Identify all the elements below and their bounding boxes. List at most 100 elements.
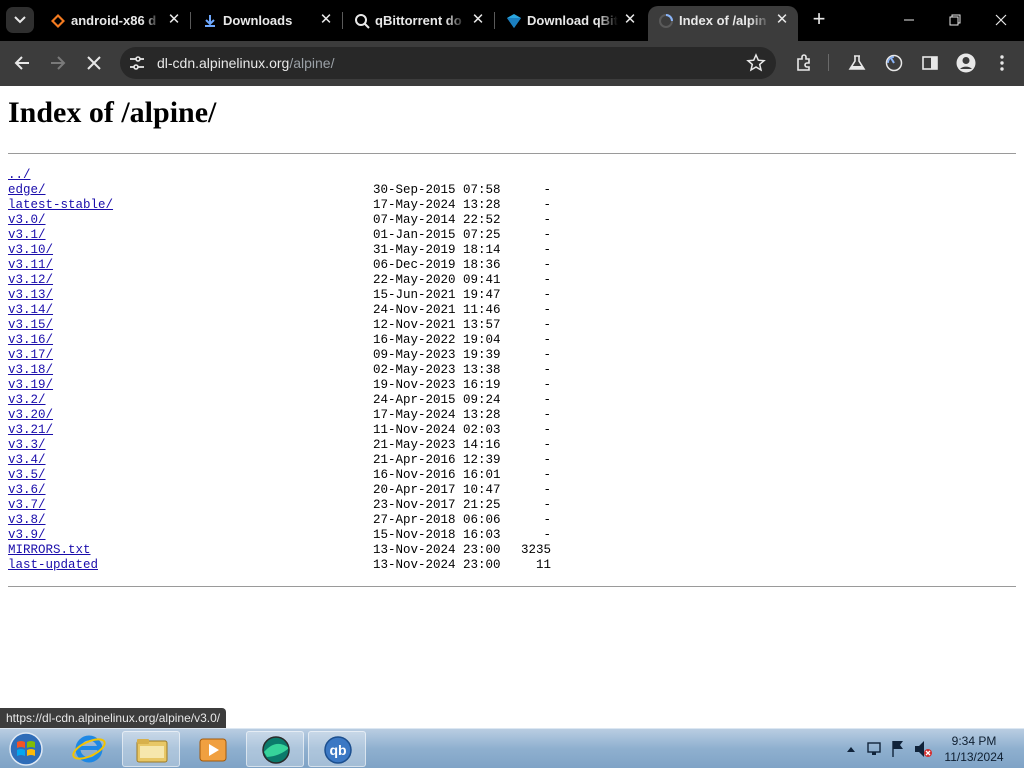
- taskbar-file-explorer[interactable]: [122, 731, 180, 767]
- action-center-flag-icon[interactable]: [892, 741, 903, 757]
- bottom-divider: [8, 586, 1016, 587]
- tab-android-x86[interactable]: android-x86 d ✕: [40, 6, 190, 35]
- volume-muted-icon[interactable]: [915, 741, 932, 757]
- taskbar-media-player[interactable]: [184, 731, 242, 767]
- close-icon[interactable]: ✕: [318, 12, 334, 28]
- close-window-button[interactable]: [978, 6, 1024, 34]
- entry-link[interactable]: v3.21/: [8, 423, 53, 438]
- performance-button[interactable]: [880, 49, 908, 77]
- svg-text:qb: qb: [329, 742, 346, 758]
- bookmark-star-icon[interactable]: [746, 53, 766, 73]
- start-button[interactable]: [6, 731, 46, 767]
- new-tab-button[interactable]: +: [808, 8, 830, 31]
- stop-loading-button[interactable]: [80, 49, 108, 77]
- entry-link[interactable]: v3.14/: [8, 303, 53, 318]
- entry-date: 31-May-2019 18:14: [373, 243, 501, 257]
- tab-download-qbittorrent[interactable]: Download qBit ✕: [496, 6, 646, 35]
- tab-downloads[interactable]: Downloads ✕: [192, 6, 342, 35]
- taskbar-qbittorrent[interactable]: qb: [308, 731, 366, 767]
- labs-button[interactable]: [843, 49, 871, 77]
- entry-size: -: [543, 318, 551, 332]
- profile-avatar-icon: [956, 53, 976, 73]
- loading-icon: [659, 14, 673, 28]
- site-info-icon: [130, 56, 144, 70]
- close-icon[interactable]: ✕: [622, 12, 638, 28]
- entry-link[interactable]: latest-stable/: [8, 198, 113, 213]
- entry-date: 17-May-2024 13:28: [373, 408, 501, 422]
- app-globe-icon: [262, 736, 290, 764]
- entry-size: -: [543, 258, 551, 272]
- tab-qbittorrent-search[interactable]: qBittorrent do ✕: [344, 6, 494, 35]
- entry-link[interactable]: v3.15/: [8, 318, 53, 333]
- minimize-button[interactable]: [886, 6, 932, 34]
- entry-link[interactable]: v3.2/: [8, 393, 46, 408]
- clock-time: 9:34 PM: [951, 734, 997, 748]
- profile-button[interactable]: [952, 49, 980, 77]
- entry-link[interactable]: v3.16/: [8, 333, 53, 348]
- entry-link[interactable]: edge/: [8, 183, 46, 198]
- speedometer-icon: [885, 54, 903, 72]
- entry-size: -: [543, 228, 551, 242]
- entry-link[interactable]: v3.17/: [8, 348, 53, 363]
- back-button[interactable]: [8, 49, 36, 77]
- entry-date: 19-Nov-2023 16:19: [373, 378, 501, 392]
- side-panel-button[interactable]: [916, 49, 944, 77]
- address-bar[interactable]: dl-cdn.alpinelinux.org/alpine/: [120, 47, 776, 79]
- forward-button[interactable]: [44, 49, 72, 77]
- entry-link[interactable]: v3.6/: [8, 483, 46, 498]
- entry-date: 24-Nov-2021 11:46: [373, 303, 501, 317]
- entry-link[interactable]: v3.3/: [8, 438, 46, 453]
- entry-link[interactable]: v3.20/: [8, 408, 53, 423]
- toolbar-separator: [828, 54, 829, 71]
- extensions-button[interactable]: [790, 49, 818, 77]
- entry-link[interactable]: v3.0/: [8, 213, 46, 228]
- entry-link[interactable]: v3.18/: [8, 363, 53, 378]
- url-path: /alpine/: [289, 55, 335, 71]
- tab-strip: android-x86 d ✕ Downloads ✕ qBittorrent …: [0, 0, 1024, 41]
- entry-link[interactable]: v3.13/: [8, 288, 53, 303]
- entry-link[interactable]: v3.4/: [8, 453, 46, 468]
- close-icon[interactable]: ✕: [774, 12, 790, 28]
- entry-link[interactable]: v3.12/: [8, 273, 53, 288]
- tab-title: android-x86 d: [71, 13, 157, 28]
- restore-button[interactable]: [932, 6, 978, 34]
- entry-link[interactable]: v3.19/: [8, 378, 53, 393]
- entry-size: 11: [535, 558, 551, 572]
- close-icon[interactable]: ✕: [470, 12, 486, 28]
- parent-directory-link[interactable]: ../: [8, 168, 31, 183]
- entry-size: -: [543, 378, 551, 392]
- taskbar-internet-explorer[interactable]: [60, 731, 118, 767]
- show-hidden-icons-arrow-icon[interactable]: [847, 747, 855, 752]
- tab-search-button[interactable]: [6, 7, 34, 33]
- entry-date: 27-Apr-2018 06:06: [373, 513, 501, 527]
- taskbar-app-globe[interactable]: [246, 731, 304, 767]
- entry-date: 23-Nov-2017 21:25: [373, 498, 501, 512]
- close-icon[interactable]: ✕: [166, 12, 182, 28]
- network-icon[interactable]: [867, 742, 881, 755]
- entry-link[interactable]: v3.9/: [8, 528, 46, 543]
- restore-icon: [949, 14, 961, 26]
- url-text[interactable]: dl-cdn.alpinelinux.org/alpine/: [157, 55, 334, 71]
- entry-link[interactable]: v3.8/: [8, 513, 46, 528]
- close-icon: [995, 14, 1007, 26]
- entry-date: 20-Apr-2017 10:47: [373, 483, 501, 497]
- menu-button[interactable]: [988, 49, 1016, 77]
- entry-link[interactable]: v3.5/: [8, 468, 46, 483]
- entry-link[interactable]: v3.7/: [8, 498, 46, 513]
- entry-size: -: [543, 468, 551, 482]
- entry-link[interactable]: v3.10/: [8, 243, 53, 258]
- entry-link[interactable]: v3.1/: [8, 228, 46, 243]
- entry-date: 22-May-2020 09:41: [373, 273, 501, 287]
- entry-date: 21-Apr-2016 12:39: [373, 453, 501, 467]
- system-clock[interactable]: 9:34 PM 11/13/2024: [938, 733, 1010, 765]
- entry-size: -: [543, 393, 551, 407]
- entry-size: -: [543, 453, 551, 467]
- link-status-bubble: https://dl-cdn.alpinelinux.org/alpine/v3…: [0, 708, 227, 728]
- entry-size: -: [543, 333, 551, 347]
- entry-link[interactable]: v3.11/: [8, 258, 53, 273]
- entry-link[interactable]: last-updated: [8, 558, 98, 573]
- tab-index-of-alpine[interactable]: Index of /alpin ✕: [648, 6, 798, 41]
- entry-link[interactable]: MIRRORS.txt: [8, 543, 91, 558]
- entry-date: 17-May-2024 13:28: [373, 198, 501, 212]
- tab-separator: [342, 12, 343, 29]
